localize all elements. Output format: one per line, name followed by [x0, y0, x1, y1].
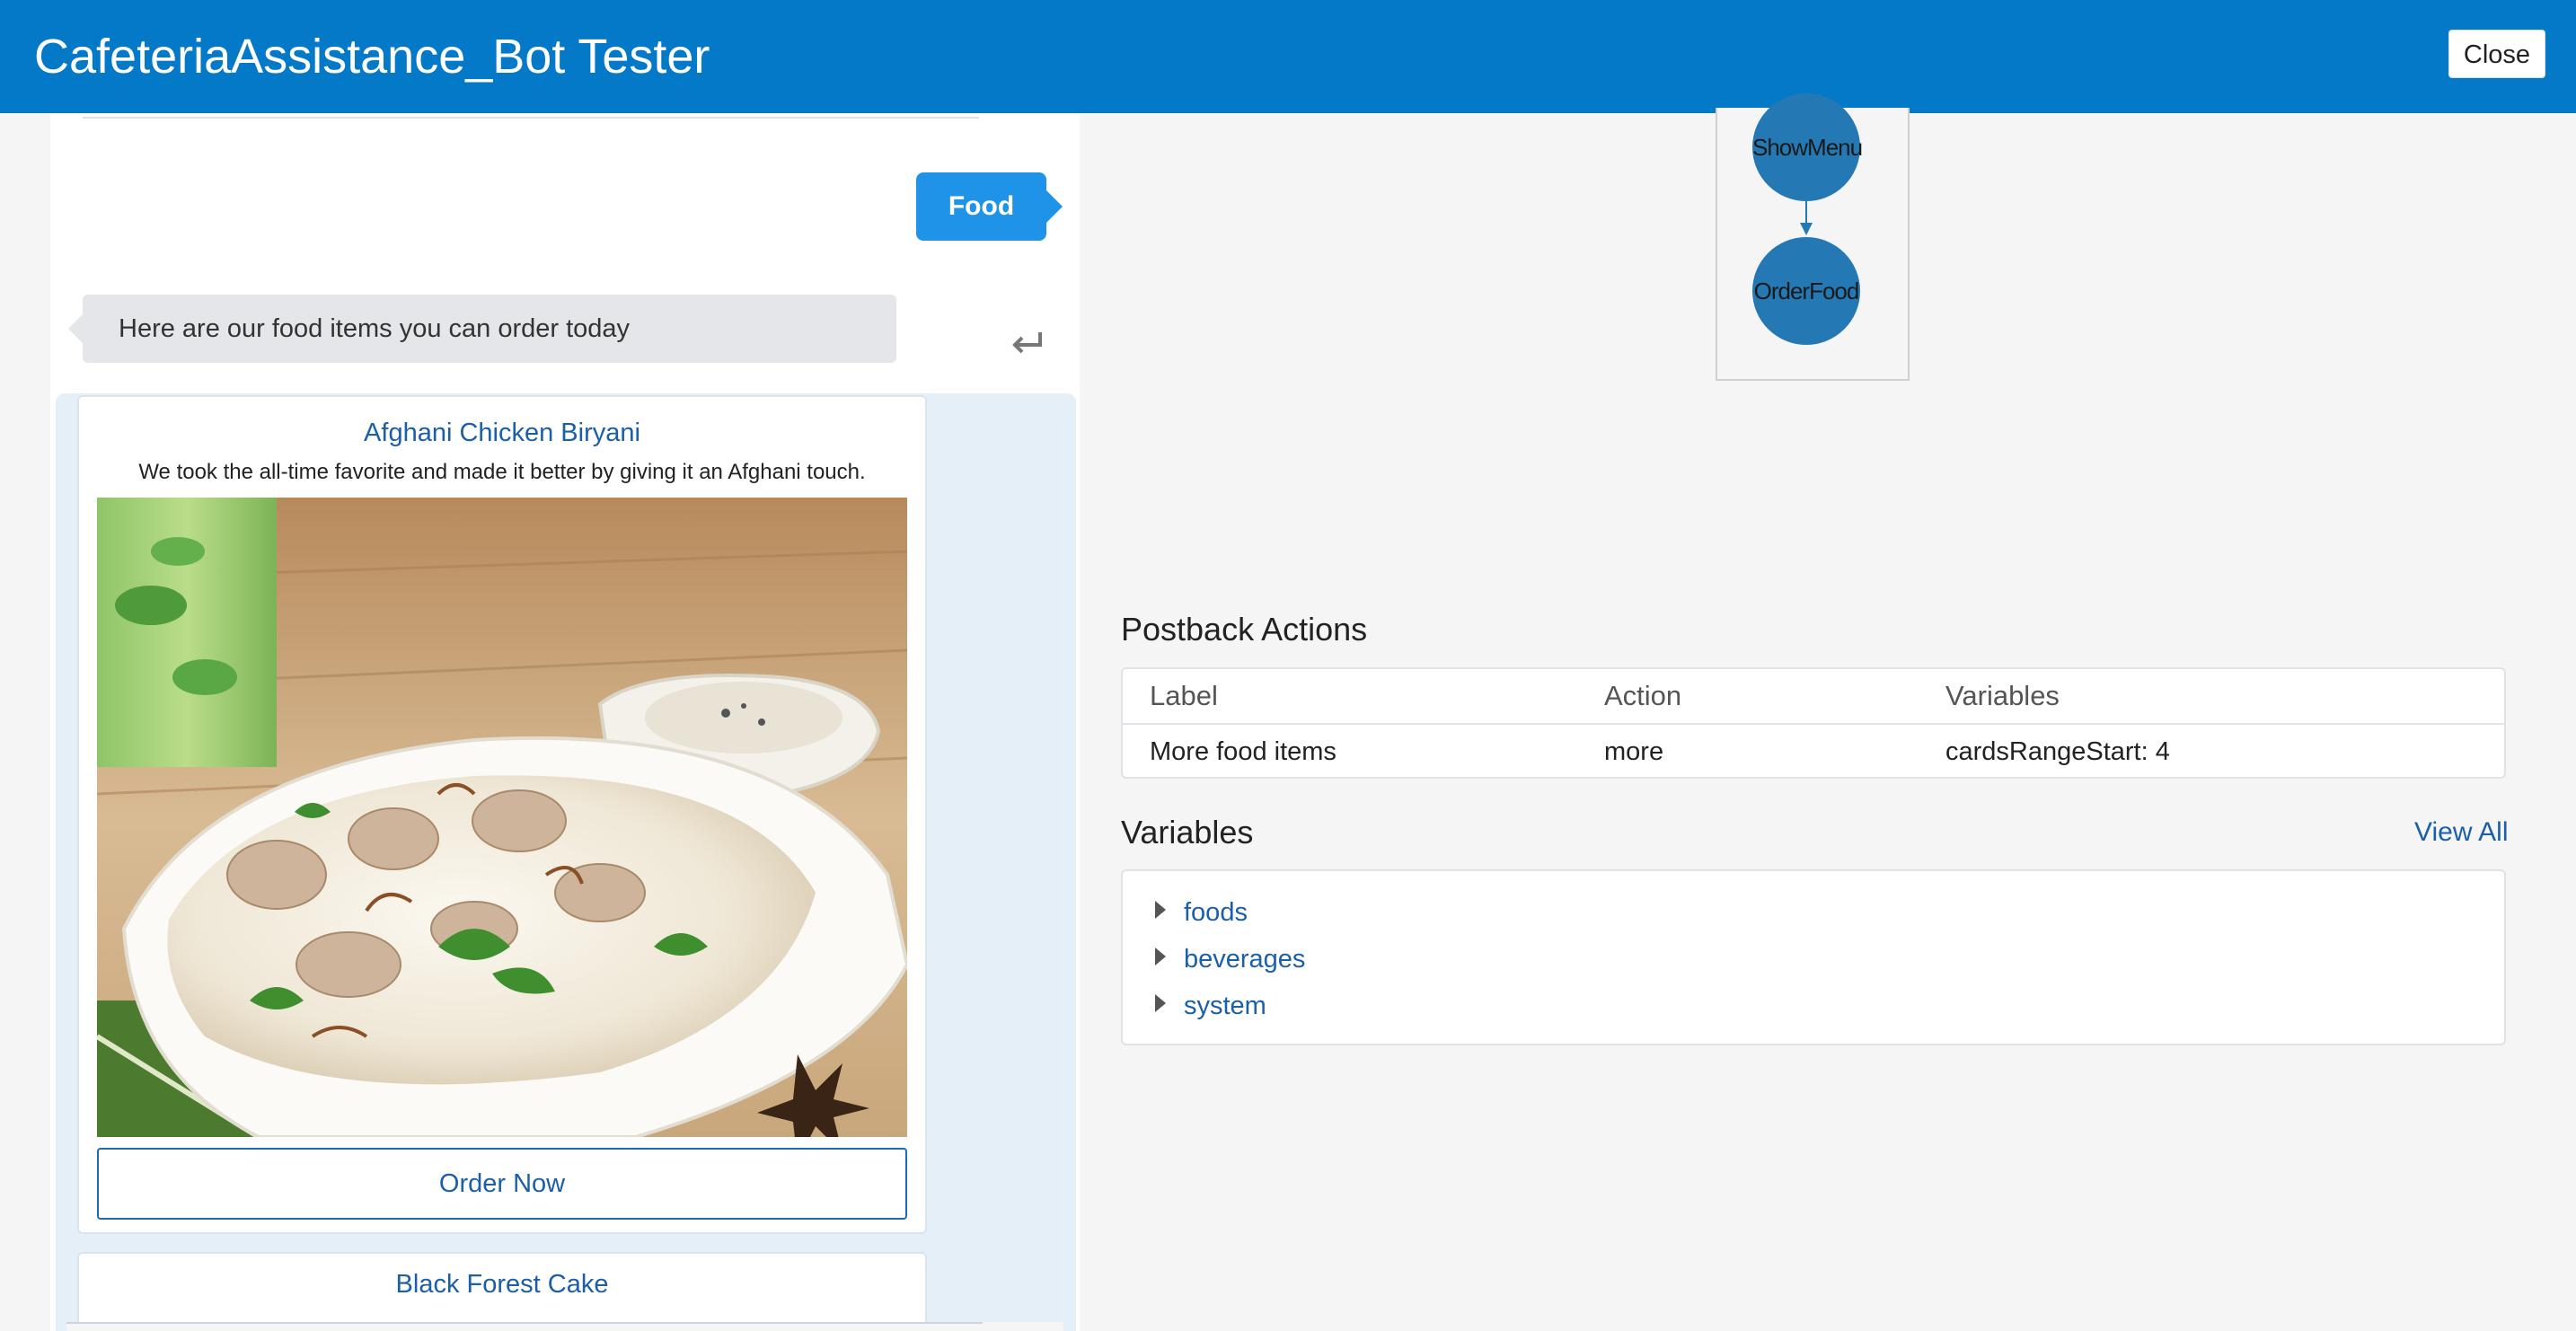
variables-title: Variables — [1121, 814, 1254, 851]
postback-actions-title: Postback Actions — [1121, 611, 1368, 648]
variable-label: system — [1184, 992, 1266, 1020]
cell-variables: cardsRangeStart: 4 — [1945, 737, 2170, 766]
expand-arrow-icon[interactable] — [1155, 948, 1166, 965]
column-header-label: Label — [1150, 680, 1218, 711]
flow-node-orderfood[interactable]: OrderFood — [1752, 237, 1860, 345]
variable-beverages[interactable]: beverages — [1155, 945, 1305, 974]
chat-panel[interactable]: Food Here are our food items you can ord… — [50, 113, 1080, 1331]
chat-input-area[interactable] — [66, 1322, 1063, 1331]
cell-label: More food items — [1150, 737, 1337, 766]
order-now-button[interactable]: Order Now — [97, 1148, 907, 1220]
variable-system[interactable]: system — [1155, 992, 1266, 1021]
expand-arrow-icon[interactable] — [1155, 994, 1166, 1012]
food-image — [97, 498, 907, 1137]
expand-arrow-icon[interactable] — [1155, 901, 1166, 919]
reply-icon[interactable] — [1008, 325, 1049, 361]
variable-label: foods — [1184, 898, 1248, 927]
bot-message-bubble: Here are our food items you can order to… — [68, 295, 896, 363]
postback-actions-table: Label Action Variables More food items m… — [1121, 667, 2506, 779]
previous-card-edge — [83, 113, 979, 119]
table-row: More food items more cardsRangeStart: 4 — [1123, 725, 2504, 779]
variables-tree: foods beverages system — [1121, 869, 2506, 1045]
table-header: Label Action Variables — [1123, 669, 2504, 725]
column-header-action: Action — [1604, 680, 1682, 711]
variable-foods[interactable]: foods — [1155, 898, 1248, 928]
window-title: CafeteriaAssistance_Bot Tester — [34, 30, 710, 84]
flow-node-showmenu[interactable]: ShowMenu — [1752, 93, 1863, 201]
card-description: We took the all-time favorite and made i… — [138, 460, 866, 484]
card-title[interactable]: Black Forest Cake — [79, 1270, 925, 1300]
food-card: Afghani Chicken Biryani We took the all-… — [77, 395, 927, 1234]
view-all-link[interactable]: View All — [2414, 817, 2509, 848]
flow-edge-arrow — [1800, 223, 1813, 235]
app-header: CafeteriaAssistance_Bot Tester Close — [0, 0, 2576, 113]
user-message-bubble: Food — [916, 172, 1063, 241]
food-card: Black Forest Cake — [77, 1252, 927, 1331]
cell-action: more — [1604, 737, 1664, 766]
close-button[interactable]: Close — [2448, 30, 2545, 78]
column-header-variables: Variables — [1945, 680, 2060, 711]
variable-label: beverages — [1184, 945, 1306, 974]
card-title[interactable]: Afghani Chicken Biryani — [79, 419, 925, 448]
